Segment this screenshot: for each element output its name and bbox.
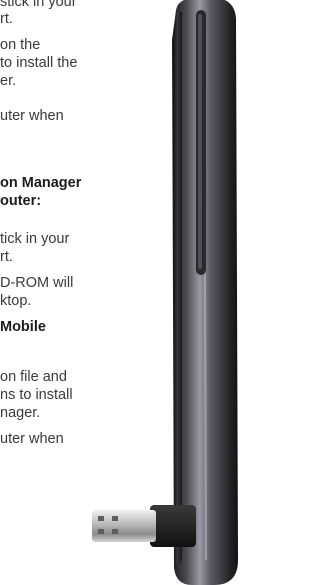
- usb-modem-illustration: [92, 0, 238, 585]
- modem-slot: [196, 10, 206, 275]
- modem-highlight: [203, 19, 207, 561]
- instruction-line: er.: [0, 73, 17, 89]
- usb-connector: [92, 510, 156, 542]
- instruction-line: ns to install: [0, 387, 73, 403]
- instruction-line: to install the: [0, 55, 78, 71]
- section-heading: on Manager: [0, 175, 82, 191]
- usb-hinge: [150, 505, 196, 547]
- instruction-line: tick in your: [0, 231, 70, 247]
- instruction-line: stick in your: [0, 0, 77, 10]
- instruction-line: rt.: [0, 249, 13, 265]
- instruction-line: nager.: [0, 405, 41, 421]
- instruction-line: uter when: [0, 431, 64, 447]
- instruction-line: on file and: [0, 369, 67, 385]
- instruction-line: ktop.: [0, 293, 32, 309]
- modem-edge: [173, 12, 182, 566]
- instruction-line: rt.: [0, 11, 13, 27]
- instruction-line: uter when: [0, 108, 64, 124]
- section-heading: outer:: [0, 193, 42, 209]
- section-heading: Mobile: [0, 319, 46, 335]
- instruction-line: D-ROM will: [0, 275, 74, 291]
- modem-body: [172, 0, 238, 585]
- instruction-line: on the: [0, 37, 41, 53]
